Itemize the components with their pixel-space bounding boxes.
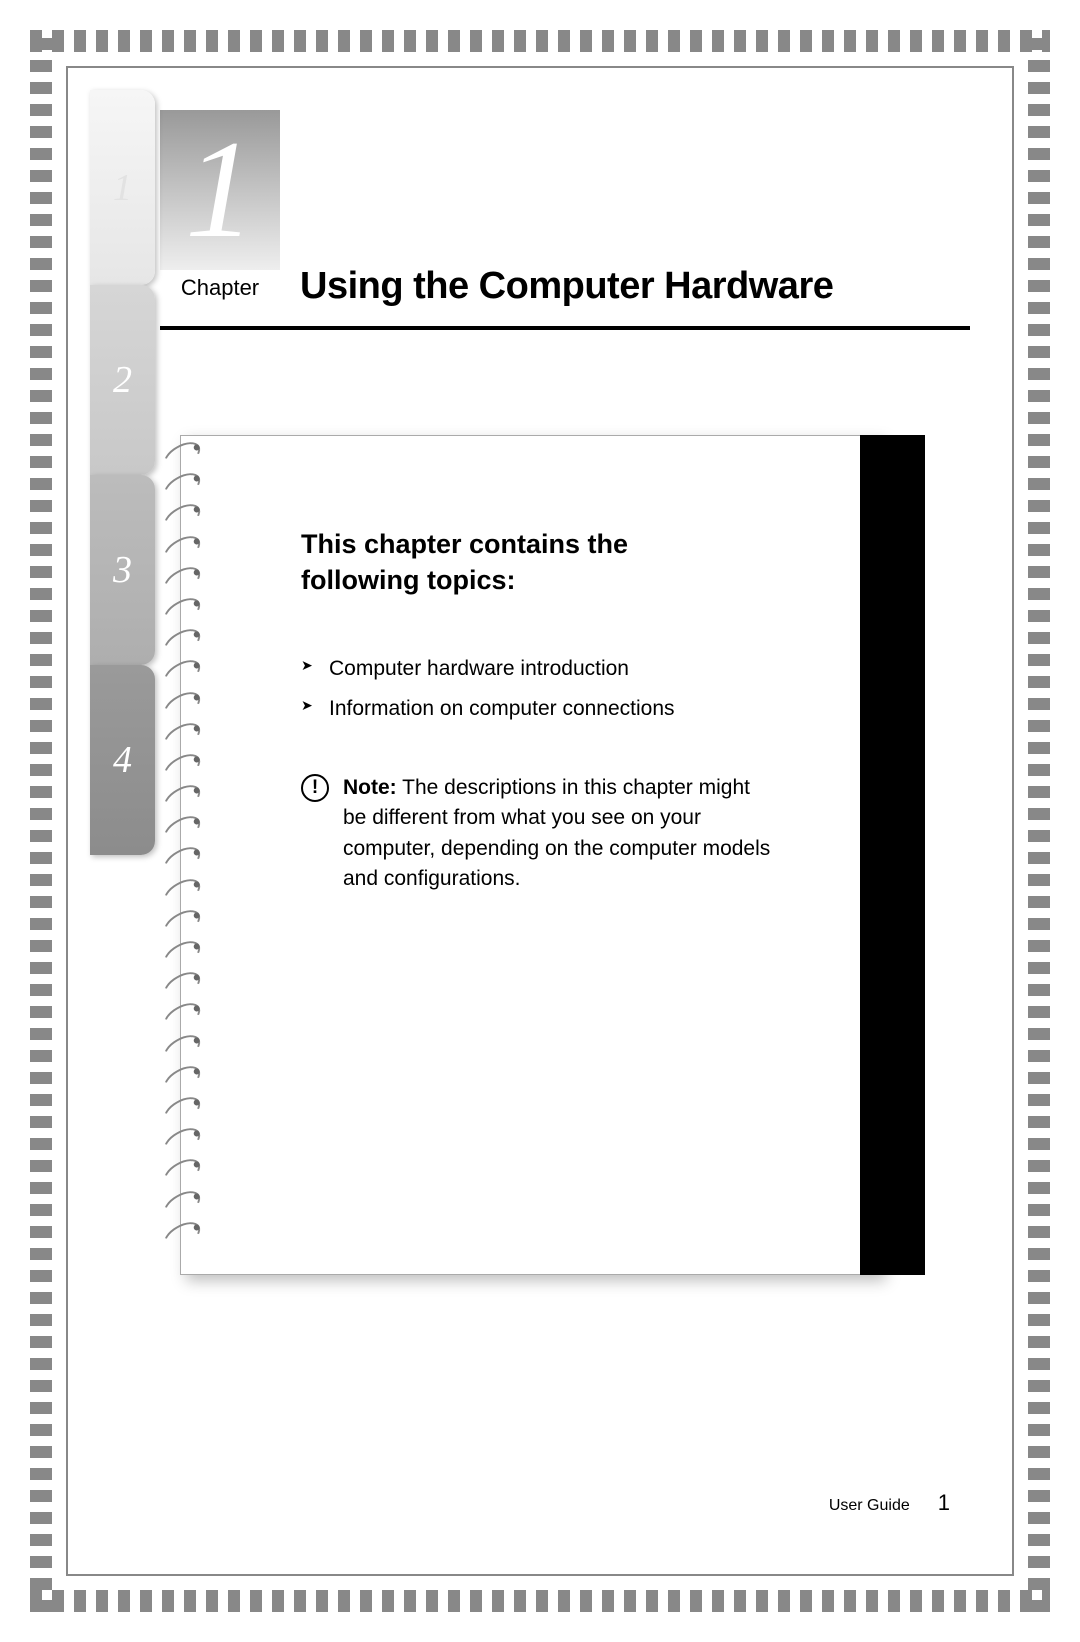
footer-guide-label: User Guide xyxy=(829,1497,910,1515)
note-body: The descriptions in this chapter might b… xyxy=(343,776,770,890)
topics-notepad: This chapter contains the following topi… xyxy=(180,435,880,1275)
notepad-body: This chapter contains the following topi… xyxy=(181,436,879,934)
divider-icon xyxy=(160,326,970,330)
tab-4: 4 xyxy=(90,665,155,855)
tab-number: 3 xyxy=(113,548,132,592)
topics-heading: This chapter contains the following topi… xyxy=(301,526,741,599)
topics-list: Computer hardware introduction Informati… xyxy=(301,649,839,729)
chapter-number-badge: 1 xyxy=(160,110,280,270)
tab-number: 4 xyxy=(113,738,132,782)
list-item: Computer hardware introduction xyxy=(301,649,839,689)
note-text: Note: The descriptions in this chapter m… xyxy=(343,773,771,895)
spiral-binding-icon xyxy=(162,445,210,1265)
tab-3: 3 xyxy=(90,475,155,665)
tab-number: 1 xyxy=(113,166,132,210)
page-footer: User Guide 1 xyxy=(829,1490,950,1516)
chapter-title: Using the Computer Hardware xyxy=(300,265,833,308)
alert-icon: ! xyxy=(301,774,329,802)
tabs-rail xyxy=(860,435,925,1275)
tab-1: 1 xyxy=(90,90,155,285)
footer-page-number: 1 xyxy=(938,1490,950,1516)
tab-2: 2 xyxy=(90,285,155,475)
note-label: Note: xyxy=(343,776,397,799)
page-content: 1 Chapter Using the Computer Hardware Th… xyxy=(90,90,990,1552)
list-item: Information on computer connections xyxy=(301,689,839,729)
note-block: ! Note: The descriptions in this chapter… xyxy=(301,773,771,895)
chapter-number: 1 xyxy=(185,120,255,260)
chapter-header: 1 Chapter Using the Computer Hardware xyxy=(90,90,990,330)
chapter-label: Chapter xyxy=(160,275,280,301)
tab-number: 2 xyxy=(113,358,132,402)
